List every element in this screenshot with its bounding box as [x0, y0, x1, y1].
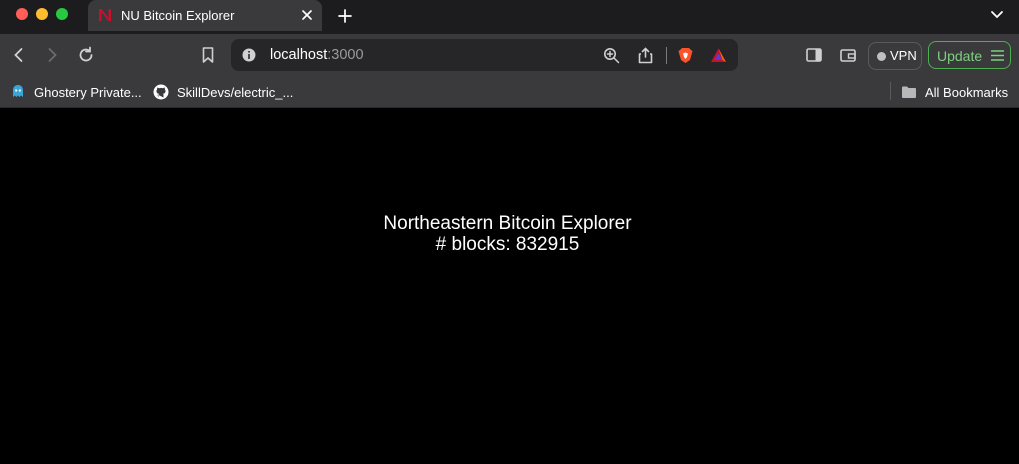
bookmark-skilldevs[interactable]: SkillDevs/electric_... — [153, 81, 298, 103]
all-bookmarks-button[interactable]: All Bookmarks — [901, 81, 1011, 103]
update-button[interactable]: Update — [928, 41, 1011, 69]
zoom-icon[interactable] — [603, 47, 620, 64]
chevron-down-icon[interactable] — [990, 10, 1004, 20]
hamburger-menu-icon — [991, 50, 1004, 61]
close-window-button[interactable] — [16, 8, 28, 20]
bookmark-ghostery[interactable]: Ghostery Private... — [10, 81, 145, 103]
page-content: Northeastern Bitcoin Explorer # blocks: … — [0, 108, 1019, 464]
url-text[interactable]: localhost:3000 — [270, 47, 364, 63]
reload-icon[interactable] — [77, 46, 95, 64]
brave-rewards-icon[interactable] — [710, 47, 727, 64]
vpn-label: VPN — [890, 48, 917, 63]
page-heading: Northeastern Bitcoin Explorer # blocks: … — [0, 213, 1015, 255]
active-tab[interactable]: NU Bitcoin Explorer — [88, 0, 322, 31]
n-logo-icon — [99, 9, 111, 21]
sidebar-icon[interactable] — [805, 46, 823, 64]
bookmark-label: SkillDevs/electric_... — [177, 85, 294, 100]
tab-title: NU Bitcoin Explorer — [121, 8, 235, 23]
github-icon — [153, 84, 169, 100]
folder-icon — [902, 86, 916, 98]
back-icon[interactable] — [10, 46, 28, 64]
new-tab-icon[interactable] — [337, 8, 353, 24]
bookmark-label: Ghostery Private... — [34, 85, 142, 100]
bookmarks-divider — [890, 82, 891, 100]
forward-icon[interactable] — [43, 46, 61, 64]
update-label: Update — [937, 48, 983, 64]
tab-strip: NU Bitcoin Explorer — [0, 0, 1019, 34]
bookmarks-bar: Ghostery Private... SkillDevs/electric_.… — [0, 76, 1019, 108]
omnibox-divider — [666, 47, 667, 64]
maximize-window-button[interactable] — [56, 8, 68, 20]
brave-shields-icon[interactable] — [677, 47, 694, 64]
close-tab-icon[interactable] — [300, 8, 314, 22]
block-count: # blocks: 832915 — [435, 234, 580, 255]
vpn-status-icon — [877, 52, 886, 61]
url-host: localhost — [270, 47, 328, 63]
site-info-icon[interactable] — [242, 48, 256, 62]
browser-toolbar: localhost:3000 VPN Update — [0, 34, 1019, 76]
url-port: :3000 — [327, 47, 364, 63]
wallet-icon[interactable] — [839, 46, 857, 64]
address-bar[interactable]: localhost:3000 — [231, 39, 738, 71]
ghostery-icon — [13, 85, 23, 97]
page-title: Northeastern Bitcoin Explorer — [383, 213, 632, 234]
minimize-window-button[interactable] — [36, 8, 48, 20]
bookmark-icon[interactable] — [199, 46, 217, 64]
vpn-button[interactable]: VPN — [868, 42, 922, 70]
share-icon[interactable] — [637, 47, 654, 64]
all-bookmarks-label: All Bookmarks — [925, 85, 1009, 100]
